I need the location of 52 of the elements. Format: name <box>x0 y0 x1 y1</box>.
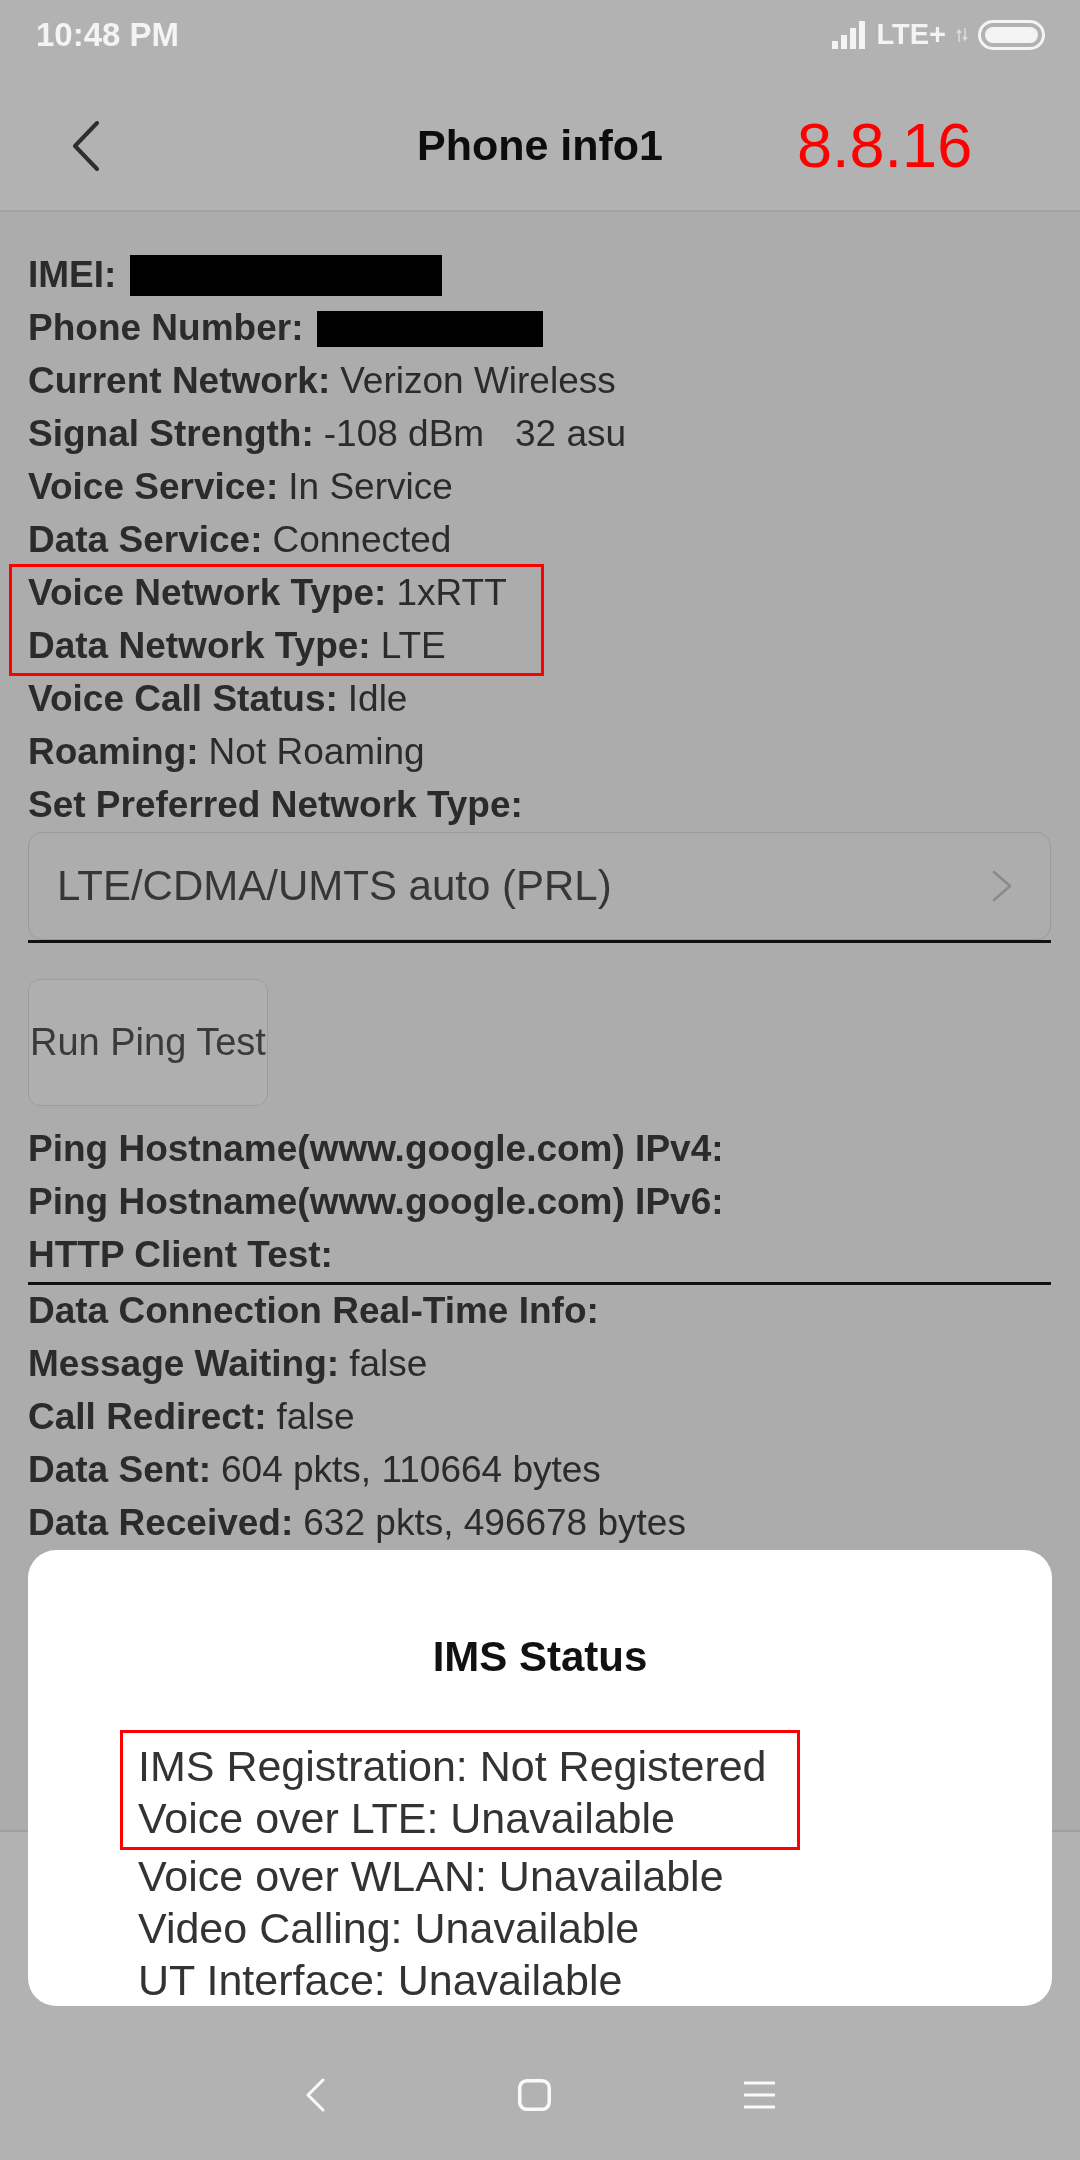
info-label: Data Service: <box>28 519 263 562</box>
info-label: Message Waiting: <box>28 1343 340 1386</box>
info-label: Data Network Type: <box>28 625 371 668</box>
info-value: false <box>349 1343 428 1386</box>
info-label: Call Redirect: <box>28 1396 267 1439</box>
status-line: Voice over LTE: Unavailable <box>138 1793 676 1844</box>
network-type-dropdown[interactable]: LTE/CDMA/UMTS auto (PRL) <box>28 832 1051 940</box>
info-value: Not Roaming <box>208 731 425 774</box>
info-label: Ping Hostname(www.google.com) IPv6: <box>28 1181 724 1224</box>
back-button[interactable] <box>72 121 100 171</box>
info-label: Data Sent: <box>28 1449 211 1492</box>
info-value: In Service <box>288 466 453 509</box>
info-label: Data Connection Real-Time Info: <box>28 1290 599 1333</box>
info-label: Voice Call Status: <box>28 678 338 721</box>
info-value: 1xRTT <box>396 572 507 615</box>
info-label: Current Network: <box>28 360 331 403</box>
info-value: 604 pkts, 110664 bytes <box>221 1449 601 1492</box>
menu-icon[interactable] <box>744 2081 775 2109</box>
signal-icon <box>832 21 867 49</box>
version-annotation: 8.8.16 <box>797 111 973 181</box>
page-title: Phone info1 <box>416 121 664 171</box>
status-line: UT Interface: Unavailable <box>138 1955 623 2006</box>
data-arrows-icon <box>956 28 968 42</box>
info-label: Roaming: <box>28 731 199 774</box>
info-value: Verizon Wireless <box>340 360 616 403</box>
info-value: -108 dBm 32 asu <box>323 413 627 456</box>
info-value: Connected <box>272 519 452 562</box>
status-time: 10:48 PM <box>36 16 180 54</box>
network-type: LTE+ <box>876 19 946 51</box>
status-line: Video Calling: Unavailable <box>138 1903 640 1954</box>
info-label: HTTP Client Test: <box>28 1234 333 1277</box>
info-label: Ping Hostname(www.google.com) IPv4: <box>28 1128 724 1171</box>
dialog-title: IMS Status <box>431 1632 649 1682</box>
info-label: Data Received: <box>28 1502 294 1545</box>
chevron-right-icon <box>992 870 1012 902</box>
info-value: false <box>276 1396 355 1439</box>
info-value: 632 pkts, 496678 bytes <box>303 1502 686 1545</box>
status-line: Voice over WLAN: Unavailable <box>138 1851 724 1902</box>
back-icon[interactable] <box>305 2078 325 2112</box>
info-label: Voice Network Type: <box>28 572 387 615</box>
home-icon[interactable] <box>518 2079 551 2111</box>
info-label: IMEI: <box>28 254 117 297</box>
chevron-left-icon <box>72 121 100 171</box>
info-label: Signal Strength: <box>28 413 314 456</box>
status-line: IMS Registration: Not Registered <box>138 1741 767 1792</box>
battery-icon <box>978 20 1045 50</box>
info-label: Set Preferred Network Type: <box>28 784 523 827</box>
run-ping-test-button[interactable]: Run Ping Test <box>28 979 268 1106</box>
info-value: Idle <box>347 678 408 721</box>
info-label: Voice Service: <box>28 466 279 509</box>
info-label: Phone Number: <box>28 307 304 350</box>
info-value: LTE <box>380 625 446 668</box>
